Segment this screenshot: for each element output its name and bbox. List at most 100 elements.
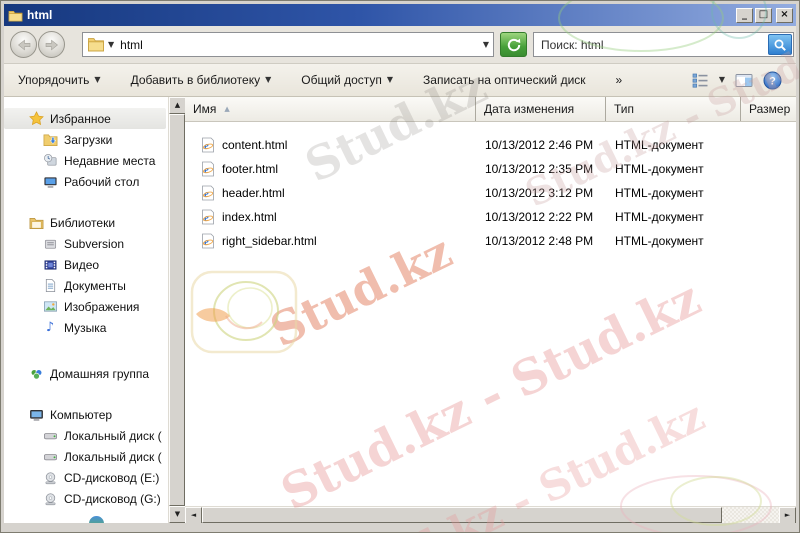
scroll-left-icon[interactable]: ◄ [185, 507, 202, 523]
titlebar: html _ □ × [4, 4, 796, 26]
maximize-button[interactable]: □ [755, 7, 772, 23]
star-icon [28, 111, 44, 127]
sidebar-item-subversion[interactable]: Subversion [4, 233, 168, 254]
scrollbar-track[interactable] [722, 507, 779, 523]
sidebar-item-label: Библиотеки [50, 215, 116, 230]
file-type: HTML-документ [615, 186, 704, 200]
command-toolbar: Упорядочить ▼ Добавить в библиотеку ▼ Об… [4, 64, 796, 97]
forward-arrow-icon [45, 39, 58, 50]
cd-drive-icon [42, 491, 58, 507]
chevron-down-icon[interactable]: ▼ [108, 40, 114, 49]
search-placeholder: Поиск: html [541, 37, 604, 52]
subversion-library-icon [42, 236, 58, 252]
sidebar-item-local-disk-c[interactable]: Локальный диск ( [4, 425, 168, 446]
file-date: 10/13/2012 2:22 PM [485, 210, 594, 224]
view-dropdown-icon[interactable]: ▼ [719, 76, 725, 84]
sidebar-item-label: Изображения [64, 299, 140, 314]
forward-button[interactable] [38, 31, 65, 58]
scrollbar-thumb[interactable] [169, 114, 185, 506]
address-dropdown-icon[interactable]: ▼ [483, 40, 489, 49]
organize-menu[interactable]: Упорядочить ▼ [18, 73, 101, 87]
network-icon [89, 516, 104, 523]
folder-icon [88, 38, 104, 52]
refresh-button[interactable] [500, 32, 527, 57]
sidebar-item-libraries[interactable]: Библиотеки [4, 212, 168, 233]
preview-pane-icon[interactable] [735, 73, 753, 88]
sidebar-item-label: CD-дисковод (G:) [64, 491, 161, 506]
scroll-right-icon[interactable]: ► [779, 507, 796, 523]
svg-text:e: e [204, 237, 209, 248]
sidebar-item-local-disk-d[interactable]: Локальный диск ( [4, 446, 168, 467]
documents-library-icon [42, 278, 58, 294]
scrollbar-thumb[interactable] [202, 507, 722, 523]
back-button[interactable] [10, 31, 37, 58]
column-date-label: Дата изменения [484, 102, 575, 116]
sort-ascending-icon: ▲ [224, 105, 230, 113]
recent-places-icon [42, 153, 58, 169]
sidebar-item-favorites[interactable]: Избранное [4, 108, 166, 129]
column-header-type[interactable]: Тип [606, 97, 741, 121]
chevron-down-icon: ▼ [94, 75, 101, 84]
sidebar-item-desktop[interactable]: Рабочий стол [4, 171, 168, 192]
back-arrow-icon [17, 39, 30, 50]
navigation-bar: ▼ html ▼ Поиск: html [4, 26, 796, 64]
desktop-icon [42, 174, 58, 190]
explorer-window: html _ □ × ▼ html ▼ Поиск: html Упорядоч… [0, 0, 800, 533]
column-header-row: Имя ▲ Дата изменения Тип Размер [185, 97, 796, 122]
scroll-down-icon[interactable]: ▼ [169, 506, 186, 523]
sidebar-item-computer[interactable]: Компьютер [4, 404, 168, 425]
sidebar-item-music[interactable]: ♪ Музыка [4, 317, 168, 338]
sidebar-item-documents[interactable]: Документы [4, 275, 168, 296]
horizontal-scrollbar[interactable]: ◄ ► [185, 506, 796, 523]
downloads-folder-icon [42, 132, 58, 148]
column-header-date[interactable]: Дата изменения [476, 97, 606, 121]
sidebar-item-label: Домашняя группа [50, 366, 150, 381]
refresh-icon [507, 38, 520, 51]
column-size-label: Размер [749, 102, 791, 116]
sidebar-item-cd-drive-g[interactable]: CD-дисковод (G:) [4, 488, 168, 509]
sidebar-item-label: Документы [64, 278, 126, 293]
toolbar-overflow-button[interactable]: » [616, 73, 623, 87]
column-type-label: Тип [614, 102, 635, 116]
sidebar-scrollbar[interactable]: ▲ ▼ [168, 97, 186, 523]
table-row[interactable]: e index.html 10/13/2012 2:22 PM HTML-док… [185, 205, 796, 229]
share-menu[interactable]: Общий доступ ▼ [301, 73, 393, 87]
change-view-icon[interactable] [692, 73, 709, 88]
file-rows: e content.html 10/13/2012 2:46 PM HTML-д… [185, 122, 796, 253]
burn-label: Записать на оптический диск [423, 73, 586, 87]
sidebar-item-label: Недавние места [64, 153, 156, 168]
sidebar-item-cd-drive-e[interactable]: CD-дисковод (E:) [4, 467, 168, 488]
sidebar-item-label: CD-дисковод (E:) [64, 470, 160, 485]
table-row[interactable]: e content.html 10/13/2012 2:46 PM HTML-д… [185, 133, 796, 157]
pictures-library-icon [42, 299, 58, 315]
sidebar-item-label: Локальный диск ( [64, 449, 162, 464]
add-to-library-menu[interactable]: Добавить в библиотеку ▼ [131, 73, 272, 87]
table-row[interactable]: e right_sidebar.html 10/13/2012 2:48 PM … [185, 229, 796, 253]
file-type: HTML-документ [615, 138, 704, 152]
sidebar-item-recent-places[interactable]: Недавние места [4, 150, 168, 171]
address-text: html [120, 37, 143, 52]
sidebar-item-downloads[interactable]: Загрузки [4, 129, 168, 150]
minimize-button[interactable]: _ [736, 7, 753, 23]
cd-drive-icon [42, 470, 58, 486]
table-row[interactable]: e header.html 10/13/2012 3:12 PM HTML-до… [185, 181, 796, 205]
help-button[interactable]: ? [763, 71, 782, 90]
sidebar-item-homegroup[interactable]: Домашняя группа [4, 363, 168, 384]
sidebar-item-label: Локальный диск ( [64, 428, 162, 443]
add-to-library-label: Добавить в библиотеку [130, 73, 261, 87]
sidebar-item-videos[interactable]: Видео [4, 254, 168, 275]
burn-button[interactable]: Записать на оптический диск [423, 73, 586, 87]
address-bar[interactable]: ▼ html ▼ [82, 32, 494, 57]
column-header-size[interactable]: Размер [741, 97, 796, 121]
sidebar-item-pictures[interactable]: Изображения [4, 296, 168, 317]
sidebar-item-label: Subversion [64, 236, 125, 251]
search-button[interactable] [768, 34, 792, 55]
scroll-up-icon[interactable]: ▲ [169, 97, 186, 114]
sidebar-item-label: Загрузки [64, 132, 113, 147]
window-title: html [27, 8, 53, 22]
column-header-name[interactable]: Имя ▲ [185, 97, 476, 121]
close-button[interactable]: × [776, 7, 793, 23]
sidebar-item-label: Видео [64, 257, 100, 272]
search-input[interactable]: Поиск: html [533, 32, 794, 57]
table-row[interactable]: e footer.html 10/13/2012 2:35 PM HTML-до… [185, 157, 796, 181]
